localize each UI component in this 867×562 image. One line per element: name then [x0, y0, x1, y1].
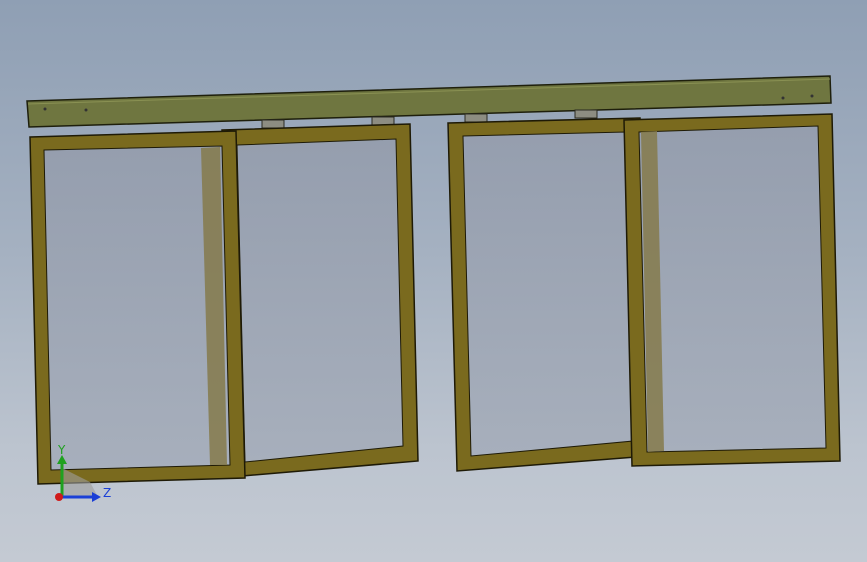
rail-bolt: [781, 96, 785, 100]
roller-hanger: [261, 119, 285, 129]
z-axis-label: Z: [103, 486, 111, 500]
door-panel-1[interactable]: [29, 130, 246, 485]
roller-hanger: [464, 113, 488, 123]
z-axis-arrowhead: [92, 492, 101, 502]
door-panel-2[interactable]: [221, 123, 419, 478]
rail-bolt: [810, 94, 814, 98]
door-panel-3[interactable]: [447, 117, 649, 472]
x-axis-dot: [55, 493, 63, 501]
roller-hanger: [371, 116, 395, 126]
cad-viewport[interactable]: Y Z: [0, 0, 867, 562]
y-axis-label: Y: [57, 443, 66, 457]
door-panel-4[interactable]: [623, 113, 841, 467]
roller-hanger: [574, 109, 598, 119]
model-view[interactable]: Y Z: [0, 0, 867, 562]
rail-bolt: [43, 107, 47, 111]
rail-bolt: [84, 108, 88, 112]
